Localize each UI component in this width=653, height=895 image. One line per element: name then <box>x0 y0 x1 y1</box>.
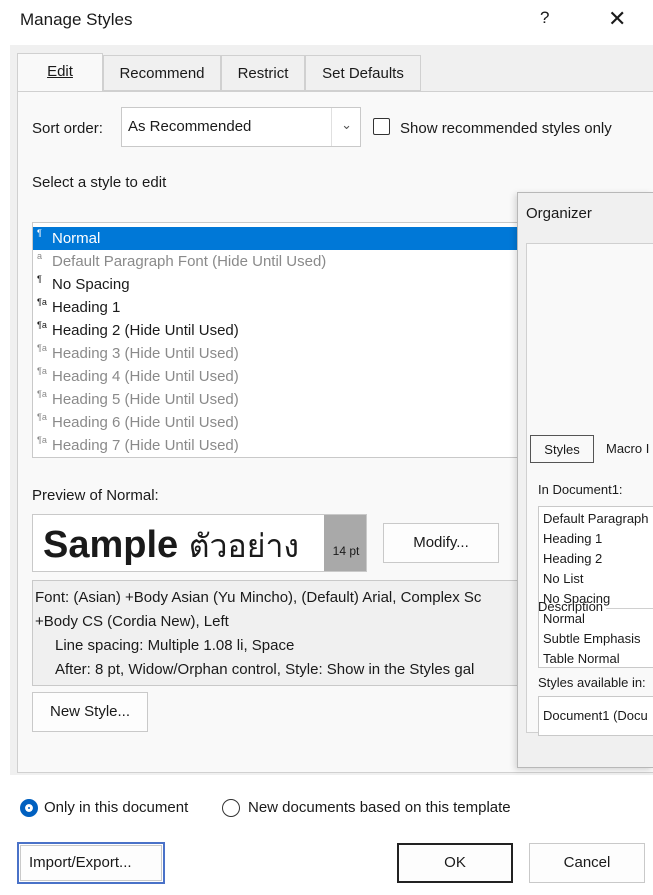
linked-style-icon: ¶a <box>37 366 47 376</box>
style-list-label: Select a style to edit <box>32 174 167 191</box>
list-item[interactable]: a Default Paragraph Font (Hide Until Used… <box>33 250 517 273</box>
tab-set-defaults[interactable]: Set Defaults <box>305 55 421 91</box>
dialog-title: Manage Styles <box>20 10 133 29</box>
list-item[interactable]: Subtle Emphasis <box>543 631 641 646</box>
list-item-text: Heading 5 (Hide Until Used) <box>52 391 239 408</box>
organizer-available-label: Styles available in: <box>538 675 646 690</box>
list-item[interactable]: Heading 1 <box>543 531 602 546</box>
tab-edit-label: Edit <box>47 63 73 80</box>
style-description: Font: (Asian) +Body Asian (Yu Mincho), (… <box>32 580 518 686</box>
description-line: Line spacing: Multiple 1.08 li, Space <box>55 637 295 654</box>
list-item[interactable]: ¶a Heading 6 (Hide Until Used) <box>33 411 517 434</box>
style-preview: Sample ตัวอย่าง 14 pt <box>32 514 367 572</box>
linked-style-icon: ¶a <box>37 389 47 399</box>
tab-recommend[interactable]: Recommend <box>103 55 221 91</box>
only-this-document-radio[interactable] <box>20 799 38 817</box>
import-export-button[interactable]: Import/Export... <box>20 845 162 881</box>
paragraph-style-icon: ¶ <box>37 228 42 238</box>
organizer-description-label: Description <box>538 599 604 614</box>
list-item-text: Default Paragraph Font (Hide Until Used) <box>52 253 327 270</box>
organizer-available-select[interactable]: Document1 (Docu <box>538 696 653 736</box>
chevron-down-icon: ⌄ <box>341 117 352 132</box>
new-documents-radio[interactable] <box>222 799 240 817</box>
help-button[interactable]: ? <box>540 8 549 28</box>
organizer-available-value: Document1 (Docu <box>543 708 648 723</box>
character-style-icon: a <box>37 251 43 261</box>
list-item-text: Heading 1 <box>52 299 121 316</box>
organizer-title: Organizer <box>526 205 592 222</box>
style-list[interactable]: ¶ Normal a Default Paragraph Font (Hide Un… <box>32 222 518 458</box>
description-line: After: 8 pt, Widow/Orphan control, Style… <box>55 661 475 678</box>
list-item[interactable]: ¶a Heading 5 (Hide Until Used) <box>33 388 517 411</box>
linked-style-icon: ¶a <box>37 435 47 445</box>
preview-sample-thai: ตัวอย่าง <box>188 528 300 564</box>
organizer-style-list[interactable]: Default Paragraph Heading 1 Heading 2 No… <box>538 506 653 668</box>
paragraph-style-icon: ¶ <box>37 274 42 284</box>
only-this-document-label[interactable]: Only in this document <box>44 799 188 816</box>
sort-order-value: As Recommended <box>128 118 252 135</box>
preview-sample: Sample ตัวอย่าง <box>43 521 300 571</box>
organizer-in-document-label: In Document1: <box>538 482 623 497</box>
linked-style-icon: ¶a <box>37 297 47 307</box>
organizer-tab-styles[interactable]: Styles <box>530 435 594 463</box>
sort-order-select[interactable]: As Recommended ⌄ <box>121 107 361 147</box>
sort-order-label: Sort order: <box>32 120 103 137</box>
tab-edit[interactable]: Edit <box>17 53 103 93</box>
show-recommended-checkbox[interactable] <box>373 118 390 135</box>
combo-divider <box>331 108 332 146</box>
new-style-button[interactable]: New Style... <box>32 692 148 732</box>
list-item-text: Heading 2 (Hide Until Used) <box>52 322 239 339</box>
list-item[interactable]: Heading 2 <box>543 551 602 566</box>
preview-size-badge: 14 pt <box>324 515 366 571</box>
tab-restrict-label: Restrict <box>237 65 289 82</box>
list-item-text: Heading 7 (Hide Until Used) <box>52 437 239 454</box>
preview-sample-text: Sample <box>43 524 179 566</box>
list-item[interactable]: ¶a Heading 3 (Hide Until Used) <box>33 342 517 365</box>
list-item[interactable]: ¶a Heading 1 <box>33 296 517 319</box>
show-recommended-label[interactable]: Show recommended styles only <box>400 120 612 137</box>
ok-button[interactable]: OK <box>397 843 513 883</box>
description-line: +Body CS (Cordia New), Left <box>35 613 229 630</box>
modify-button[interactable]: Modify... <box>383 523 499 563</box>
list-item-text: Normal <box>52 230 101 247</box>
list-item-text: Heading 6 (Hide Until Used) <box>52 414 239 431</box>
list-item[interactable]: ¶a Heading 2 (Hide Until Used) <box>33 319 517 342</box>
linked-style-icon: ¶a <box>37 343 47 353</box>
description-rule <box>606 608 653 609</box>
list-item-text: Heading 3 (Hide Until Used) <box>52 345 239 362</box>
list-item[interactable]: ¶a Heading 7 (Hide Until Used) <box>33 434 517 457</box>
tab-set-defaults-label: Set Defaults <box>322 65 404 82</box>
list-item[interactable]: Table Normal <box>543 651 620 666</box>
tab-restrict[interactable]: Restrict <box>221 55 305 91</box>
list-item[interactable]: ¶ No Spacing <box>33 273 517 296</box>
list-item-text: Heading 4 (Hide Until Used) <box>52 368 239 385</box>
tab-recommend-label: Recommend <box>119 65 205 82</box>
description-line: Font: (Asian) +Body Asian (Yu Mincho), (… <box>35 589 482 606</box>
close-button[interactable]: ✕ <box>608 6 626 32</box>
linked-style-icon: ¶a <box>37 320 47 330</box>
list-item[interactable]: Default Paragraph <box>543 511 649 526</box>
cancel-button[interactable]: Cancel <box>529 843 645 883</box>
organizer-tab-macro[interactable]: Macro I <box>598 435 653 463</box>
list-item-text: No Spacing <box>52 276 130 293</box>
list-item[interactable]: ¶a Heading 4 (Hide Until Used) <box>33 365 517 388</box>
organizer-window: Organizer Styles Macro I In Document1: D… <box>517 192 653 768</box>
linked-style-icon: ¶a <box>37 412 47 422</box>
list-item[interactable]: No List <box>543 571 583 586</box>
preview-label: Preview of Normal: <box>32 487 159 504</box>
list-item[interactable]: ¶ Normal <box>33 227 517 250</box>
new-documents-label[interactable]: New documents based on this template <box>248 799 511 816</box>
